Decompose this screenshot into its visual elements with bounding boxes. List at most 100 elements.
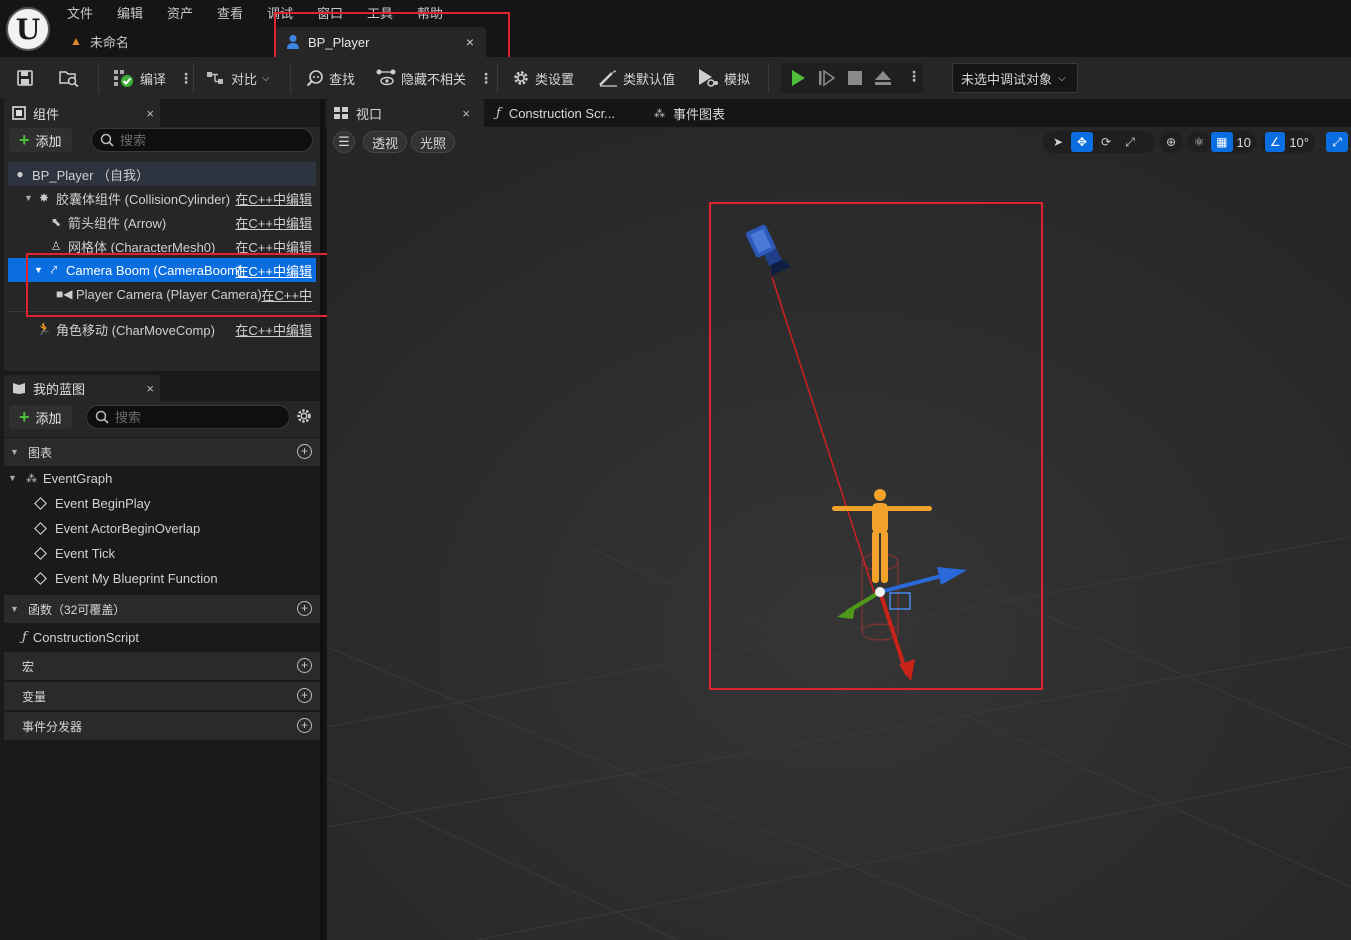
close-tab-button[interactable]: × bbox=[466, 34, 474, 50]
maximize-icon[interactable]: ⤢ bbox=[1326, 132, 1348, 152]
select-tool-icon[interactable]: ➤ bbox=[1047, 132, 1069, 152]
menu-window[interactable]: 窗口 bbox=[317, 3, 343, 22]
add-component-button[interactable]: + 添加 bbox=[9, 128, 72, 152]
edit-in-cpp-link[interactable]: 在C++中 bbox=[261, 285, 312, 304]
menu-assets[interactable]: 资产 bbox=[167, 3, 193, 22]
perspective-button[interactable]: 透视 bbox=[363, 131, 408, 153]
component-row-char-move[interactable]: 🏃 角色移动 (CharMoveComp) 在C++中编辑 bbox=[8, 317, 316, 341]
add-variable-icon[interactable]: + bbox=[297, 688, 312, 703]
menu-debug[interactable]: 调试 bbox=[267, 3, 293, 22]
eject-icon[interactable] bbox=[874, 69, 892, 87]
compile-options-kebab-icon[interactable]: ⋮ bbox=[179, 70, 193, 87]
debug-object-label: 未选中调试对象 bbox=[961, 71, 1053, 87]
section-graphs[interactable]: ▼ 图表 + bbox=[4, 438, 320, 466]
section-dispatchers[interactable]: 事件分发器 + bbox=[4, 712, 320, 740]
section-variables[interactable]: 变量 + bbox=[4, 682, 320, 710]
menu-tools[interactable]: 工具 bbox=[367, 3, 393, 22]
add-function-icon[interactable]: + bbox=[297, 601, 312, 616]
my-blueprint-panel-tab[interactable]: 我的蓝图 × bbox=[4, 374, 160, 402]
component-row-self[interactable]: ● BP_Player （自我） bbox=[8, 162, 316, 186]
tab-viewport[interactable]: 视口 × bbox=[326, 99, 484, 127]
blueprint-document-tab[interactable]: BP_Player × bbox=[276, 27, 486, 57]
unreal-logo-icon[interactable]: U bbox=[6, 7, 50, 51]
compile-button[interactable]: 编译 ⋮ bbox=[113, 65, 193, 91]
compile-icon bbox=[114, 70, 133, 87]
component-label: 箭头组件 (Arrow) bbox=[68, 215, 167, 231]
component-row-mesh[interactable]: ♙ 网格体 (CharacterMesh0) 在C++中编辑 bbox=[8, 234, 316, 258]
construction-script-item[interactable]: ƒ ConstructionScript bbox=[22, 625, 139, 649]
component-label: 网格体 (CharacterMesh0) bbox=[68, 239, 216, 255]
event-item[interactable]: Event My Blueprint Function bbox=[34, 566, 218, 590]
play-icon[interactable] bbox=[789, 69, 807, 87]
world-icon[interactable]: ⊕ bbox=[1160, 132, 1182, 152]
settings-gear-icon[interactable] bbox=[296, 408, 312, 424]
lighting-button[interactable]: 光照 bbox=[411, 131, 456, 153]
add-dispatcher-icon[interactable]: + bbox=[297, 718, 312, 733]
event-item[interactable]: Event BeginPlay bbox=[34, 491, 150, 515]
hide-options-kebab-icon[interactable]: ⋮ bbox=[479, 70, 493, 87]
menu-edit[interactable]: 编辑 bbox=[117, 3, 143, 22]
menu-help[interactable]: 帮助 bbox=[417, 3, 443, 22]
browse-button[interactable] bbox=[58, 65, 80, 91]
add-graph-icon[interactable]: + bbox=[297, 444, 312, 459]
expand-arrow-icon[interactable]: ▼ bbox=[34, 265, 46, 275]
component-row-player-camera[interactable]: ■◀ Player Camera (Player Camera) 在C++中 bbox=[8, 282, 316, 306]
hide-unrelated-button[interactable]: 隐藏不相关 ⋮ bbox=[376, 65, 493, 91]
diff-button[interactable]: 对比 ⌵ bbox=[206, 65, 270, 91]
section-macros[interactable]: 宏 + bbox=[4, 652, 320, 680]
event-item[interactable]: Event ActorBeginOverlap bbox=[34, 516, 200, 540]
rotation-snap-value[interactable]: 10° bbox=[1287, 135, 1311, 150]
event-graph-item[interactable]: ▼ ⁂ EventGraph bbox=[8, 466, 112, 490]
rotate-tool-icon[interactable]: ⟳ bbox=[1095, 132, 1117, 152]
edit-in-cpp-link[interactable]: 在C++中编辑 bbox=[235, 320, 312, 339]
save-button[interactable] bbox=[16, 65, 34, 91]
level-tab[interactable]: ▲ 未命名 bbox=[70, 30, 129, 52]
tab-event-graph[interactable]: ⁂ 事件图表 bbox=[646, 99, 725, 127]
class-defaults-button[interactable]: 类默认值 bbox=[598, 65, 675, 91]
simulate-button[interactable]: 模拟 bbox=[697, 65, 750, 91]
add-macro-icon[interactable]: + bbox=[297, 658, 312, 673]
function-icon: ƒ bbox=[22, 629, 27, 645]
add-blueprint-item-button[interactable]: + 添加 bbox=[9, 405, 72, 429]
rotation-snap-icon[interactable]: ∠ bbox=[1265, 132, 1286, 152]
debug-object-dropdown[interactable]: 未选中调试对象 ⌵ bbox=[952, 63, 1078, 93]
component-row-capsule[interactable]: ▼ ✸ 胶囊体组件 (CollisionCylinder) 在C++中编辑 bbox=[8, 186, 316, 210]
grid-snap-icon[interactable]: ▦ bbox=[1211, 132, 1233, 152]
expand-arrow-icon[interactable]: ▼ bbox=[8, 473, 20, 483]
move-tool-icon[interactable]: ✥ bbox=[1071, 132, 1093, 152]
my-blueprint-search[interactable] bbox=[86, 405, 290, 429]
class-settings-button[interactable]: 类设置 bbox=[512, 65, 574, 91]
hamburger-icon: ☰ bbox=[338, 134, 350, 149]
scene-background bbox=[327, 127, 1351, 940]
scale-tool-icon[interactable]: ⤢ bbox=[1119, 132, 1141, 152]
advance-frame-icon[interactable] bbox=[818, 69, 836, 87]
section-functions[interactable]: ▼ 函数（32可覆盖） + bbox=[4, 595, 320, 623]
edit-in-cpp-link[interactable]: 在C++中编辑 bbox=[235, 261, 312, 280]
component-row-camera-boom[interactable]: ▼ ⤤ Camera Boom (CameraBoom) 在C++中编辑 bbox=[8, 258, 316, 282]
close-viewport-tab-button[interactable]: × bbox=[462, 106, 470, 121]
event-item[interactable]: Event Tick bbox=[34, 541, 115, 565]
edit-in-cpp-link[interactable]: 在C++中编辑 bbox=[235, 213, 312, 232]
viewport-menu-button[interactable]: ☰ bbox=[333, 131, 355, 153]
component-row-arrow[interactable]: ⬉ 箭头组件 (Arrow) 在C++中编辑 bbox=[8, 210, 316, 234]
close-components-button[interactable]: × bbox=[146, 106, 154, 121]
collapse-arrow-icon[interactable]: ▼ bbox=[10, 604, 22, 614]
components-search[interactable] bbox=[91, 128, 313, 152]
edit-in-cpp-link[interactable]: 在C++中编辑 bbox=[235, 189, 312, 208]
menu-file[interactable]: 文件 bbox=[67, 3, 93, 22]
components-search-input[interactable] bbox=[120, 132, 260, 148]
stop-icon[interactable] bbox=[847, 70, 863, 86]
edit-in-cpp-link[interactable]: 在C++中编辑 bbox=[235, 237, 312, 256]
grid-snap-value[interactable]: 10 bbox=[1235, 135, 1253, 150]
viewport-scene[interactable]: ☰ 透视 光照 ➤ ✥ ⟳ ⤢ ⊕ ⚛ ▦ 10 ∠ 10° ⤢ bbox=[327, 127, 1351, 940]
menu-view[interactable]: 查看 bbox=[217, 3, 243, 22]
panel-splitter[interactable] bbox=[320, 99, 324, 940]
tab-construction-script[interactable]: ƒ Construction Scr... bbox=[488, 99, 615, 127]
my-blueprint-search-input[interactable] bbox=[115, 409, 255, 425]
components-panel-tab[interactable]: 组件 × bbox=[4, 99, 160, 127]
play-options-kebab-icon[interactable]: ⋮ bbox=[907, 68, 921, 85]
expand-arrow-icon[interactable]: ▼ bbox=[24, 193, 36, 203]
close-my-blueprint-button[interactable]: × bbox=[146, 381, 154, 396]
find-button[interactable]: 查找 bbox=[306, 65, 355, 91]
collapse-arrow-icon[interactable]: ▼ bbox=[10, 447, 22, 457]
